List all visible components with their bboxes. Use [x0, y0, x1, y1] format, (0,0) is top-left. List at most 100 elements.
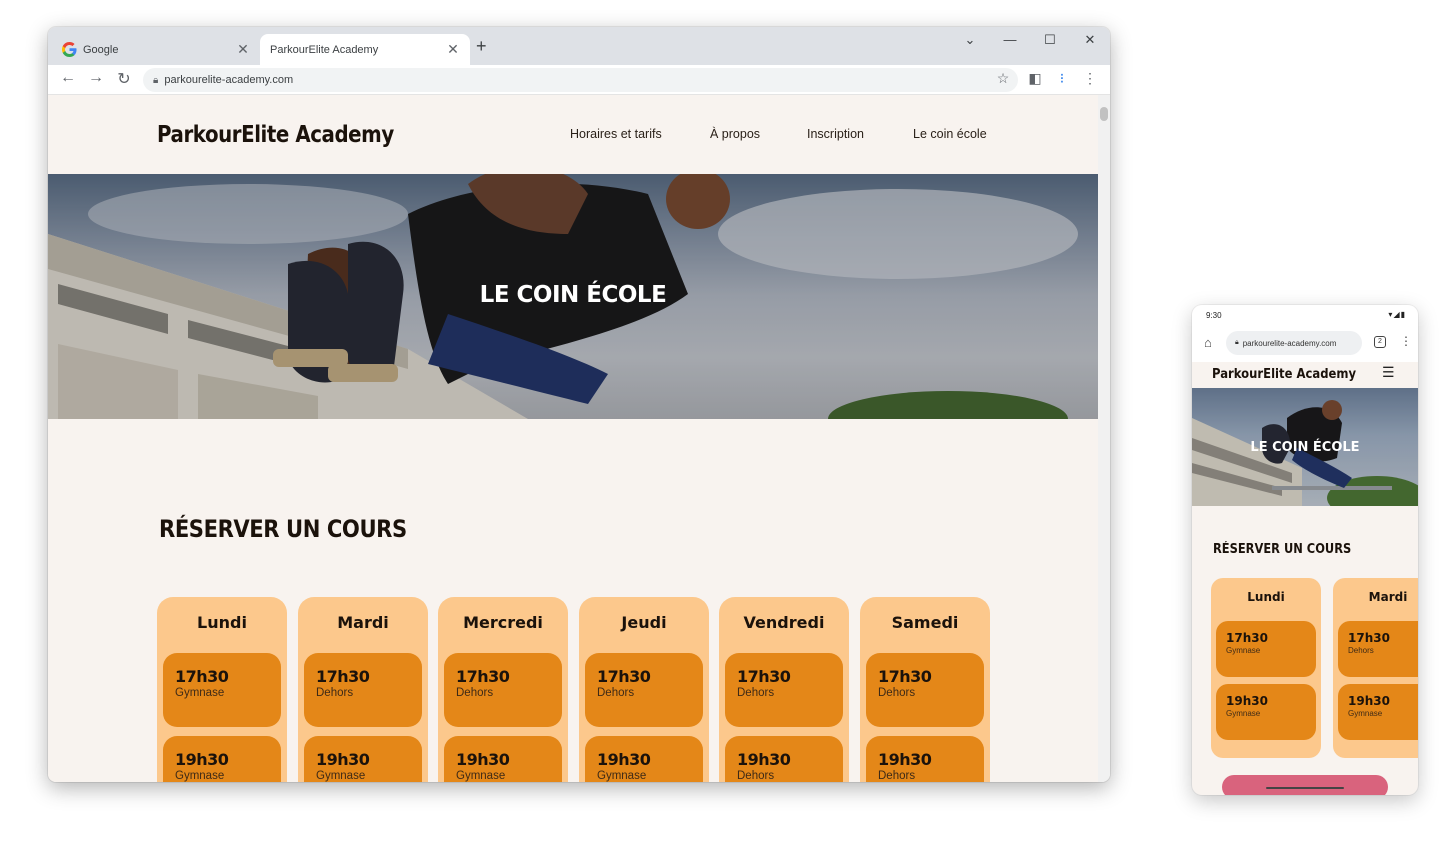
slot-place: Gymnase — [1348, 709, 1383, 718]
slot-place: Dehors — [737, 770, 775, 782]
slot-place: Gymnase — [1226, 646, 1261, 655]
desktop-browser-window: Google ✕ ParkourElite Academy ✕ + ⌄ — ☐ … — [48, 27, 1110, 782]
close-icon[interactable]: ✕ — [236, 41, 250, 58]
hero-title: LE COIN ÉCOLE — [479, 282, 667, 308]
slot-place: Dehors — [1348, 646, 1374, 655]
slot-place: Dehors — [878, 687, 916, 699]
reload-icon[interactable]: ↻ — [114, 69, 134, 89]
slot-time: 19h30 — [456, 750, 510, 769]
slot-place: Gymnase — [316, 770, 366, 782]
mobile-section-title: RÉSERVER UN COURS — [1213, 542, 1352, 557]
mobile-site-logo[interactable]: ParkourElite Academy — [1212, 366, 1356, 382]
time-slot[interactable]: 19h30 Dehors — [725, 736, 843, 782]
tab-strip: Google ✕ ParkourElite Academy ✕ + ⌄ — ☐ … — [48, 27, 1110, 65]
day-column-mercredi: Mercredi 17h30 Dehors 19h30 Gymnase — [438, 597, 568, 782]
time-slot[interactable]: 19h30 Gymnase — [1338, 684, 1418, 740]
mobile-day-column-mardi: Mardi 17h30 Dehors 19h30 Gymnase — [1333, 578, 1418, 758]
day-name: Vendredi — [743, 613, 825, 632]
lock-icon: 🔒︎ — [153, 74, 159, 86]
side-panel-icon[interactable]: ◧ — [1025, 70, 1045, 87]
slot-place: Dehors — [878, 770, 916, 782]
tab-title: ParkourElite Academy — [270, 43, 379, 56]
time-slot[interactable]: 17h30 Dehors — [725, 653, 843, 727]
slot-place: Gymnase — [1226, 709, 1261, 718]
time-slot[interactable]: 19h30 Gymnase — [304, 736, 422, 782]
mobile-day-column-lundi: Lundi 17h30 Gymnase 19h30 Gymnase — [1211, 578, 1321, 758]
slot-time: 17h30 — [597, 667, 651, 686]
mobile-menu-icon[interactable]: ⋮ — [1400, 334, 1412, 348]
maximize-button[interactable]: ☐ — [1038, 32, 1062, 48]
slot-place: Gymnase — [597, 770, 647, 782]
section-title: RÉSERVER UN COURS — [159, 515, 407, 543]
day-column-samedi: Samedi 17h30 Dehors 19h30 Dehors — [860, 597, 990, 782]
nav-link-inscription[interactable]: Inscription — [807, 127, 864, 141]
page-viewport: ParkourElite Academy Horaires et tarifs … — [48, 95, 1098, 782]
mobile-url: parkourelite-academy.com — [1242, 338, 1337, 348]
day-column-mardi: Mardi 17h30 Dehors 19h30 Gymnase — [298, 597, 428, 782]
time-slot[interactable]: 17h30 Dehors — [444, 653, 562, 727]
close-icon[interactable]: ✕ — [446, 41, 460, 58]
time-slot[interactable]: 17h30 Dehors — [866, 653, 984, 727]
address-bar[interactable]: 🔒︎ parkourelite-academy.com — [143, 68, 1018, 92]
new-tab-button[interactable]: + — [476, 36, 487, 57]
tab-count-button[interactable]: 2 — [1374, 336, 1386, 348]
nav-link-a-propos[interactable]: À propos — [710, 127, 760, 141]
slot-place: Dehors — [597, 687, 635, 699]
time-slot[interactable]: 17h30 Dehors — [304, 653, 422, 727]
hamburger-menu-icon[interactable]: ☰ — [1382, 364, 1395, 381]
tab-parkourelite[interactable]: ParkourElite Academy ✕ — [260, 34, 470, 65]
home-icon[interactable]: ⌂ — [1204, 335, 1212, 350]
time-slot[interactable]: 17h30 Gymnase — [1216, 621, 1316, 677]
bookmark-star-icon[interactable]: ☆ — [993, 70, 1013, 87]
forward-arrow-icon[interactable]: → — [86, 69, 106, 87]
time-slot[interactable]: 19h30 Dehors — [866, 736, 984, 782]
day-name: Jeudi — [621, 613, 667, 632]
tab-title: Google — [83, 43, 119, 56]
slot-time: 19h30 — [316, 750, 370, 769]
scroll-thumb[interactable] — [1100, 107, 1108, 121]
nav-link-coin-ecole[interactable]: Le coin école — [913, 127, 987, 141]
mobile-pink-button[interactable] — [1222, 775, 1388, 795]
tab-search-icon[interactable]: ⌄ — [958, 32, 982, 48]
tab-google[interactable]: Google ✕ — [52, 34, 260, 65]
day-name: Lundi — [1247, 590, 1285, 604]
browser-menu-icon[interactable]: ⋮ — [1080, 70, 1100, 87]
slot-time: 19h30 — [878, 750, 932, 769]
slot-time: 19h30 — [737, 750, 791, 769]
time-slot[interactable]: 17h30 Dehors — [585, 653, 703, 727]
day-name: Samedi — [891, 613, 959, 632]
slot-place: Dehors — [316, 687, 354, 699]
time-slot[interactable]: 19h30 Gymnase — [163, 736, 281, 782]
slot-time: 17h30 — [878, 667, 932, 686]
time-slot[interactable]: 19h30 Gymnase — [1216, 684, 1316, 740]
time-slot[interactable]: 19h30 Gymnase — [444, 736, 562, 782]
slot-time: 19h30 — [1226, 694, 1268, 708]
day-name: Mardi — [1368, 590, 1408, 604]
back-arrow-icon[interactable]: ← — [58, 69, 78, 87]
time-slot[interactable]: 19h30 Gymnase — [585, 736, 703, 782]
slot-time: 17h30 — [1348, 631, 1390, 645]
mobile-device: 9:30 ▾◢▮ ⌂ 🔒︎ parkourelite-academy.com 2… — [1192, 305, 1418, 795]
time-slot[interactable]: 17h30 Gymnase — [163, 653, 281, 727]
slot-time: 19h30 — [175, 750, 229, 769]
vertical-scrollbar[interactable] — [1098, 95, 1110, 782]
mobile-hero-banner: LE COIN ÉCOLE — [1192, 388, 1418, 506]
day-name: Mardi — [337, 613, 389, 632]
gesture-navigation-bar[interactable] — [1266, 787, 1344, 789]
minimize-button[interactable]: — — [998, 32, 1022, 47]
day-column-lundi: Lundi 17h30 Gymnase 19h30 Gymnase — [157, 597, 287, 782]
slot-place: Gymnase — [175, 687, 225, 699]
site-logo[interactable]: ParkourElite Academy — [157, 122, 394, 148]
nav-link-horaires[interactable]: Horaires et tarifs — [570, 127, 662, 141]
slot-place: Gymnase — [456, 770, 506, 782]
slot-time: 19h30 — [597, 750, 651, 769]
window-close-button[interactable]: ✕ — [1078, 32, 1102, 48]
extension-icon[interactable]: ⁝ — [1052, 70, 1072, 87]
day-column-vendredi: Vendredi 17h30 Dehors 19h30 Dehors — [719, 597, 849, 782]
time-slot[interactable]: 17h30 Dehors — [1338, 621, 1418, 677]
slot-place: Gymnase — [175, 770, 225, 782]
hero-banner: LE COIN ÉCOLE — [48, 174, 1098, 419]
day-name: Lundi — [197, 613, 247, 632]
google-logo-icon — [62, 42, 77, 57]
mobile-address-bar[interactable]: 🔒︎ parkourelite-academy.com — [1226, 331, 1362, 355]
